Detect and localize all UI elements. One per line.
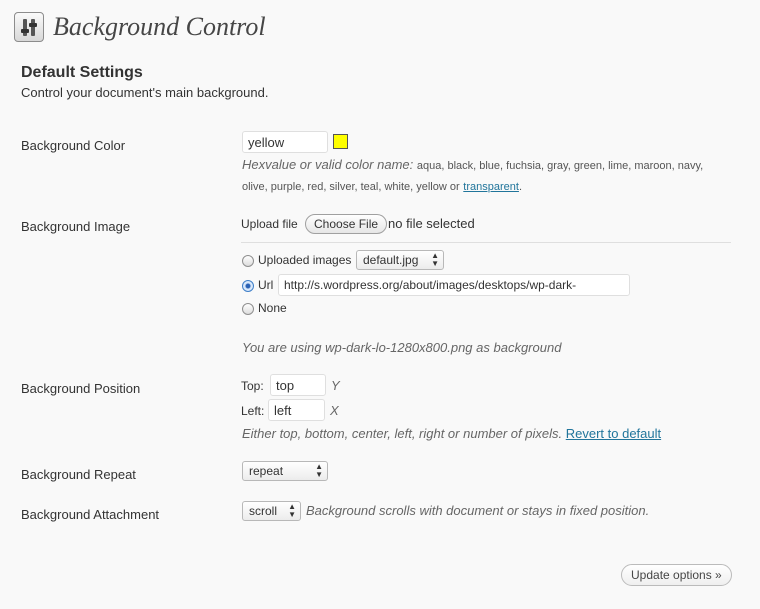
uploaded-images-label: Uploaded images — [258, 253, 352, 267]
y-axis-label: Y — [331, 378, 340, 393]
attachment-select[interactable]: scroll ▲ ▼ — [242, 501, 301, 521]
color-hint-line2: olive, purple, red, silver, teal, white,… — [242, 178, 522, 193]
select-arrows-icon: ▲ ▼ — [315, 462, 323, 479]
attachment-value: scroll — [249, 504, 278, 518]
settings-sliders-icon — [14, 12, 44, 42]
url-input[interactable] — [278, 274, 630, 296]
none-radio[interactable] — [242, 303, 254, 315]
update-options-button[interactable]: Update options » — [621, 564, 732, 586]
attachment-hint: Background scrolls with document or stay… — [306, 503, 650, 518]
background-position-label: Background Position — [21, 381, 141, 396]
transparent-link[interactable]: transparent — [463, 181, 519, 193]
page-title: Background Control — [53, 12, 266, 41]
no-file-selected-text: no file selected — [388, 216, 475, 231]
url-label: Url — [258, 278, 274, 292]
background-image-label: Background Image — [21, 219, 131, 234]
color-hint-names: aqua, black, blue, fuchsia, gray, green,… — [416, 160, 704, 172]
color-hint-end: . — [518, 181, 522, 193]
none-label: None — [258, 301, 287, 315]
image-status-text: You are using wp-dark-lo-1280x800.png as… — [242, 340, 562, 355]
background-repeat-label: Background Repeat — [21, 467, 136, 482]
divider — [241, 242, 731, 243]
background-color-input[interactable] — [242, 131, 328, 153]
choose-file-button[interactable]: Choose File — [305, 214, 388, 234]
color-hint-main: Hexvalue or valid color name: — [242, 157, 414, 172]
uploaded-images-radio[interactable] — [242, 255, 254, 267]
select-arrows-icon: ▲ ▼ — [431, 251, 439, 268]
uploaded-images-select[interactable]: default.jpg ▲ ▼ — [356, 250, 444, 270]
position-top-input[interactable] — [270, 374, 326, 396]
section-description: Control your document's main background. — [21, 85, 269, 100]
top-label: Top: — [241, 379, 264, 393]
select-arrows-icon: ▲ ▼ — [288, 502, 296, 519]
url-radio[interactable] — [242, 280, 254, 292]
page-header: Background Control — [14, 10, 266, 44]
left-label: Left: — [241, 404, 265, 418]
background-color-label: Background Color — [21, 138, 126, 153]
uploaded-images-value: default.jpg — [363, 253, 419, 267]
color-hint: Hexvalue or valid color name: aqua, blac… — [242, 157, 703, 172]
position-hint-text: Either top, bottom, center, left, right … — [242, 426, 563, 441]
repeat-select[interactable]: repeat ▲ ▼ — [242, 461, 328, 481]
revert-to-default-link[interactable]: Revert to default — [566, 426, 661, 441]
repeat-value: repeat — [249, 464, 284, 478]
section-title: Default Settings — [21, 64, 143, 81]
upload-file-label: Upload file — [241, 217, 298, 231]
color-swatch — [333, 134, 348, 149]
background-attachment-label: Background Attachment — [21, 507, 160, 522]
x-axis-label: X — [330, 403, 339, 418]
position-hint: Either top, bottom, center, left, right … — [242, 426, 661, 441]
color-hint-names2: olive, purple, red, silver, teal, white,… — [242, 181, 460, 193]
position-left-input[interactable] — [268, 399, 325, 421]
